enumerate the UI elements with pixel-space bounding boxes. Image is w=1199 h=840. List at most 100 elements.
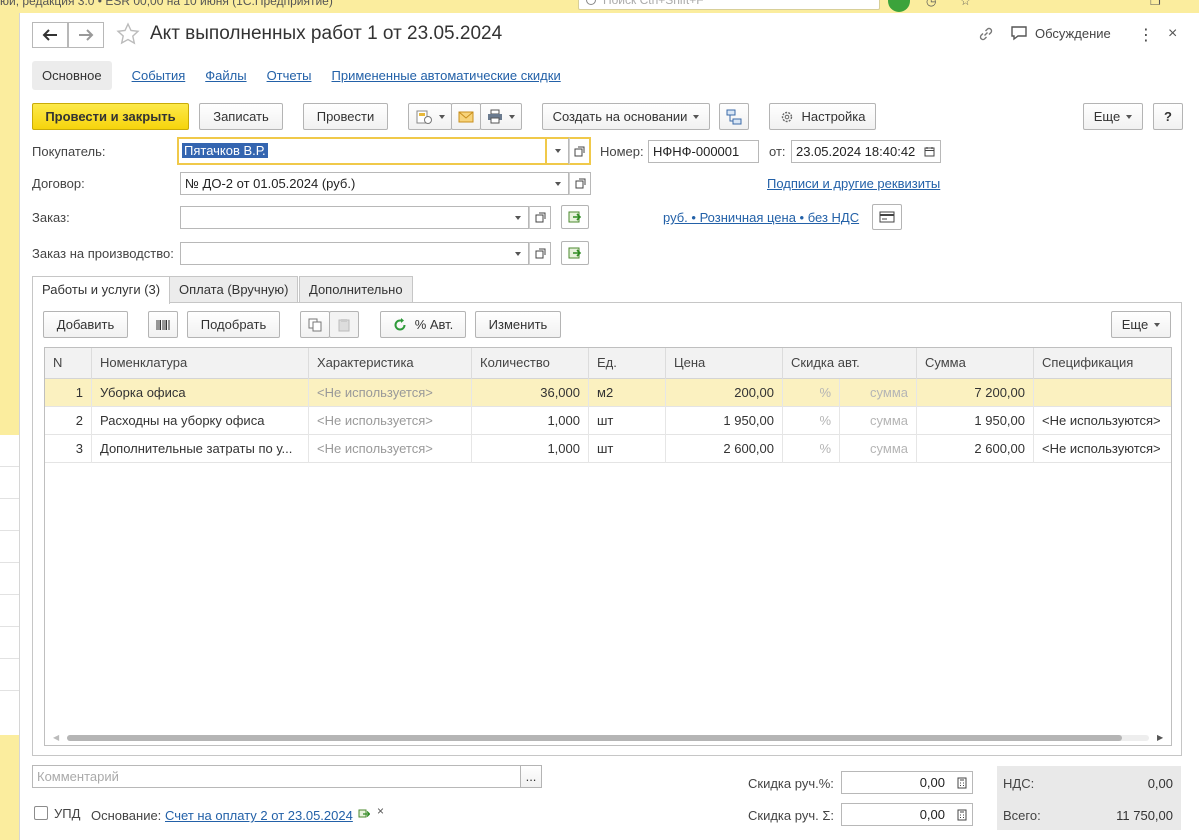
cell-price[interactable]: 2 600,00 [666,435,783,463]
horizontal-scrollbar[interactable]: ◀ ▶ [49,733,1169,743]
cell-sum[interactable]: 1 950,00 [917,407,1034,435]
cell-sum[interactable]: 2 600,00 [917,435,1034,463]
scroll-right-icon[interactable]: ▶ [1157,733,1163,742]
close-icon[interactable]: × [1168,25,1177,43]
column-header-auto-discount[interactable]: Скидка авт. [783,348,917,379]
scroll-thumb[interactable] [67,735,1122,741]
upd-checkbox[interactable] [34,806,48,820]
cell-characteristic[interactable]: <Не используется> [309,379,472,407]
favorite-star-icon[interactable] [115,21,141,47]
cell-sum[interactable]: 7 200,00 [917,379,1034,407]
discussion-button[interactable]: Обсуждение [1010,25,1111,41]
paste-rows-button[interactable] [329,311,359,338]
buyer-open-button[interactable] [569,137,591,165]
forward-button[interactable] [68,22,104,48]
date-input[interactable]: 23.05.2024 18:40:42 [791,140,920,163]
cell-specification[interactable]: <Не используются> [1034,407,1171,435]
contract-dropdown-button[interactable] [547,172,569,195]
cell-characteristic[interactable]: <Не используется> [309,435,472,463]
column-header-specification[interactable]: Спецификация [1034,348,1171,379]
print-button[interactable] [480,103,522,130]
global-search-input[interactable]: Поиск Ctrl+Shift+F [578,0,880,10]
link-icon[interactable] [977,25,995,43]
basis-link[interactable]: Счет на оплату 2 от 23.05.2024 [165,808,353,823]
comment-input[interactable]: Комментарий [32,765,522,788]
add-row-button[interactable]: Добавить [43,311,128,338]
post-button[interactable]: Провести [303,103,388,130]
auto-discount-button[interactable]: % Авт. [380,311,466,338]
cell-unit[interactable]: шт [589,407,666,435]
table-row[interactable]: 2 Расходны на уборку офиса <Не используе… [45,407,1171,435]
section-item[interactable] [0,563,19,595]
structure-button[interactable] [719,103,749,130]
number-input[interactable]: НФНФ-000001 [648,140,759,163]
change-button[interactable]: Изменить [475,311,561,338]
settings-button[interactable]: Настройка [769,103,876,130]
calendar-button[interactable] [919,140,941,163]
history-icon[interactable]: ◷ [926,0,936,8]
calculator-button[interactable] [951,771,973,794]
calculator-button[interactable] [951,803,973,826]
contract-open-button[interactable] [569,172,591,195]
production-order-input[interactable] [180,242,508,265]
cell-nomenclature[interactable]: Расходны на уборку офиса [92,407,309,435]
cell-specification[interactable] [1034,379,1171,407]
order-input[interactable] [180,206,508,229]
cell-characteristic[interactable]: <Не используется> [309,407,472,435]
order-dropdown-button[interactable] [507,206,529,229]
basis-open-icon[interactable] [358,808,370,819]
help-button[interactable]: ? [1153,103,1183,130]
production-order-dropdown-button[interactable] [507,242,529,265]
price-settings-button[interactable] [872,204,902,230]
buyer-input[interactable]: Пятачков В.Р. [177,137,547,165]
column-header-quantity[interactable]: Количество [472,348,589,379]
column-header-sum[interactable]: Сумма [917,348,1034,379]
tab-payment[interactable]: Оплата (Вручную) [169,276,299,303]
section-item[interactable] [0,659,19,691]
column-header-characteristic[interactable]: Характеристика [309,348,472,379]
scroll-left-icon[interactable]: ◀ [53,733,59,742]
barcode-button[interactable] [148,311,178,338]
price-settings-link[interactable]: руб. • Розничная цена • без НДС [663,210,859,225]
table-row[interactable]: 1 Уборка офиса <Не используется> 36,000 … [45,379,1171,407]
email-button[interactable] [451,103,481,130]
copy-rows-button[interactable] [300,311,330,338]
production-order-open-button[interactable] [529,242,551,265]
section-item[interactable] [0,627,19,659]
create-document-button[interactable] [408,103,452,130]
cell-unit[interactable]: шт [589,435,666,463]
more-button[interactable]: Еще [1083,103,1143,130]
column-header-nomenclature[interactable]: Номенклатура [92,348,309,379]
section-item[interactable] [0,499,19,531]
section-item[interactable] [0,435,19,467]
column-header-price[interactable]: Цена [666,348,783,379]
manual-discount-sum-input[interactable]: 0,00 [841,803,952,826]
restore-icon[interactable]: ❐ [1150,0,1161,8]
post-and-close-button[interactable]: Провести и закрыть [32,103,189,130]
create-based-on-button[interactable]: Создать на основании [542,103,710,130]
more-menu-icon[interactable]: ⋮ [1138,25,1154,45]
table-more-button[interactable]: Еще [1111,311,1171,338]
tab-auto-discounts[interactable]: Примененные автоматические скидки [332,68,561,83]
section-item[interactable] [0,595,19,627]
back-button[interactable] [32,22,68,48]
contract-input[interactable]: № ДО-2 от 01.05.2024 (руб.) [180,172,548,195]
buyer-dropdown-button[interactable] [547,137,569,165]
order-open-button[interactable] [529,206,551,229]
column-header-n[interactable]: N [45,348,92,379]
cell-nomenclature[interactable]: Дополнительные затраты по у... [92,435,309,463]
cell-price[interactable]: 200,00 [666,379,783,407]
tab-main[interactable]: Основное [32,60,112,90]
cell-unit[interactable]: м2 [589,379,666,407]
tab-files[interactable]: Файлы [205,68,246,83]
signatures-link[interactable]: Подписи и другие реквизиты [767,176,940,191]
cell-quantity[interactable]: 1,000 [472,407,589,435]
tab-events[interactable]: События [132,68,186,83]
manual-discount-percent-input[interactable]: 0,00 [841,771,952,794]
cell-quantity[interactable]: 1,000 [472,435,589,463]
user-status-icon[interactable] [888,0,910,12]
favorites-icon[interactable]: ☆ [960,0,971,8]
cell-quantity[interactable]: 36,000 [472,379,589,407]
pick-button[interactable]: Подобрать [187,311,280,338]
basis-clear-icon[interactable]: × [377,804,384,818]
